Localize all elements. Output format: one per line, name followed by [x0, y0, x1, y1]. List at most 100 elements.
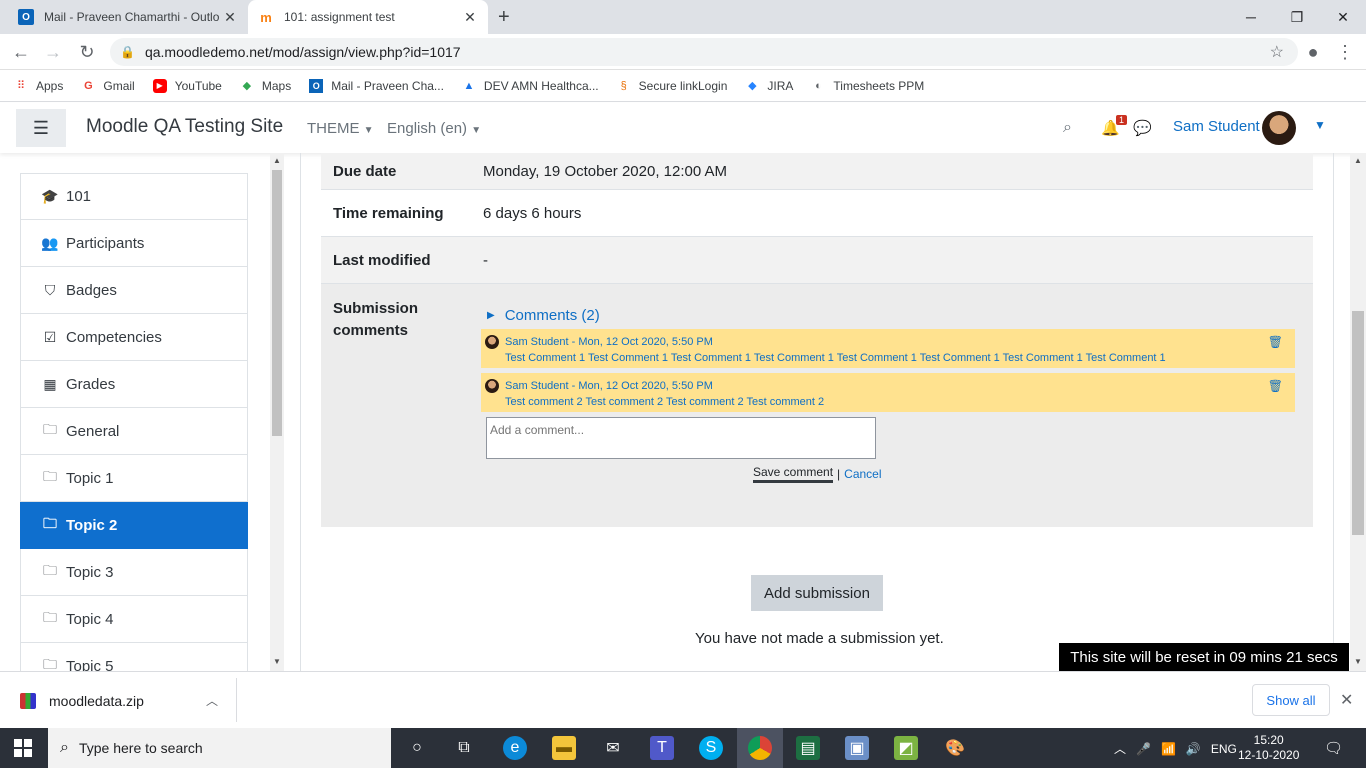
bookmark-timesheets[interactable]: ◐ Timesheets PPM	[811, 79, 924, 93]
user-menu-caret-icon[interactable]: ▼	[1314, 118, 1326, 132]
bookmark-mail[interactable]: O Mail - Praveen Cha...	[309, 78, 444, 93]
bookmark-youtube[interactable]: ▶ YouTube	[152, 78, 222, 93]
sidebar-item-badges[interactable]: ⛉ Badges	[20, 267, 248, 314]
menu-icon: ☰	[32, 117, 50, 138]
task-view-icon[interactable]: ⧉	[452, 736, 476, 760]
cancel-comment-link[interactable]: Cancel	[844, 467, 881, 481]
timesheet-icon: ◐	[815, 79, 822, 92]
bookmark-dev[interactable]: ▲ DEV AMN Healthca...	[462, 79, 598, 93]
search-icon[interactable]: ⌕	[1063, 119, 1072, 137]
window-close-icon[interactable]: ✕	[1320, 0, 1366, 34]
file-explorer-icon[interactable]: ▬	[552, 736, 576, 760]
close-icon[interactable]: ✕	[222, 9, 238, 26]
close-icon[interactable]: ✕	[462, 9, 478, 26]
sidebar-item-general[interactable]: 🗀 General	[20, 408, 248, 455]
time-remaining-value: 6 days 6 hours	[483, 204, 582, 222]
bookmark-jira[interactable]: ◆ JIRA	[745, 79, 793, 93]
scroll-down-icon[interactable]: ▼	[1354, 657, 1362, 666]
sidebar-item-participants[interactable]: 👥 Participants	[20, 220, 248, 267]
bookmark-maps[interactable]: ◆ Maps	[240, 79, 292, 93]
bookmark-apps[interactable]: ⠿ Apps	[14, 79, 63, 93]
comment-meta[interactable]: Sam Student - Mon, 12 Oct 2020, 5:50 PM	[505, 334, 1295, 350]
menu-dots-icon[interactable]: ⋮	[1330, 34, 1360, 70]
due-date-value: Monday, 19 October 2020, 12:00 AM	[483, 162, 728, 180]
scroll-down-icon[interactable]: ▼	[273, 657, 281, 666]
download-file-name[interactable]: moodledata.zip	[49, 693, 144, 709]
trash-icon[interactable]: 🗑	[1268, 378, 1283, 394]
theme-dropdown[interactable]: THEME ▼	[307, 120, 374, 137]
site-name[interactable]: Moodle QA Testing Site	[86, 116, 283, 138]
address-bar-row: ← → ↻ 🔒 qa.moodledemo.net/mod/assign/vie…	[0, 34, 1366, 70]
sidebar-item-topic-3[interactable]: 🗀 Topic 3	[20, 549, 248, 596]
sidebar-item-competencies[interactable]: ☑ Competencies	[20, 314, 248, 361]
back-icon[interactable]: ←	[6, 34, 36, 70]
windows-start-icon[interactable]	[14, 739, 32, 757]
teams-icon[interactable]: T	[650, 736, 674, 760]
comments-toggle[interactable]: ▶ Comments (2)	[487, 307, 1313, 324]
bookmark-gmail[interactable]: G Gmail	[81, 79, 135, 93]
time-remaining-label: Time remaining	[333, 204, 444, 222]
minimize-icon[interactable]: ─	[1228, 0, 1274, 34]
sidebar-item-course[interactable]: 🎓 101	[20, 173, 248, 220]
reload-icon[interactable]: ↻	[72, 34, 102, 70]
apps-icon: ⠿	[16, 80, 26, 92]
chevron-up-icon[interactable]: ︿	[206, 692, 218, 709]
comment-item: Sam Student - Mon, 12 Oct 2020, 5:50 PM …	[481, 373, 1295, 412]
comment-meta[interactable]: Sam Student - Mon, 12 Oct 2020, 5:50 PM	[505, 378, 1295, 394]
sidebar-item-topic-5[interactable]: 🗀 Topic 5	[20, 643, 248, 671]
restore-icon[interactable]: ❐	[1274, 0, 1320, 34]
sidebar-item-topic-1[interactable]: 🗀 Topic 1	[20, 455, 248, 502]
page-scrollbar-thumb[interactable]	[1352, 311, 1364, 535]
avatar[interactable]	[1262, 111, 1296, 145]
caret-down-icon: ▼	[471, 125, 482, 136]
scroll-up-icon[interactable]: ▲	[1354, 156, 1362, 165]
chrome-icon[interactable]	[748, 736, 772, 760]
browser-tab-assignment[interactable]: m 101: assignment test ✕	[248, 0, 488, 34]
bookmark-secure-link[interactable]: § Secure linkLogin	[617, 79, 728, 93]
table-row: Time remaining 6 days 6 hours	[321, 190, 1313, 237]
add-submission-button[interactable]: Add submission	[751, 575, 883, 611]
microphone-icon[interactable]: 🎤	[1136, 742, 1151, 756]
scroll-up-icon[interactable]: ▲	[273, 156, 281, 165]
forward-icon[interactable]: →	[38, 34, 68, 70]
taskbar-search-input[interactable]: ⌕ Type here to search	[48, 728, 391, 768]
url-input[interactable]: 🔒 qa.moodledemo.net/mod/assign/view.php?…	[110, 38, 1298, 66]
skype-icon[interactable]: S	[699, 736, 723, 760]
new-tab-icon[interactable]: +	[498, 6, 510, 29]
sidebar-scrollbar-thumb[interactable]	[272, 170, 282, 436]
sidebar-item-topic-2[interactable]: 🗀 Topic 2	[20, 502, 248, 549]
star-icon[interactable]: ☆	[1270, 42, 1284, 62]
sidebar-item-topic-4[interactable]: 🗀 Topic 4	[20, 596, 248, 643]
comment-textarea[interactable]: Add a comment...	[486, 417, 876, 459]
language-dropdown[interactable]: English (en) ▼	[387, 120, 481, 137]
cortana-icon[interactable]: ○	[405, 736, 429, 760]
comment-item: Sam Student - Mon, 12 Oct 2020, 5:50 PM …	[481, 329, 1295, 368]
trash-icon[interactable]: 🗑	[1268, 334, 1283, 350]
browser-tab-outlook[interactable]: O Mail - Praveen Chamarthi - Outlo ✕	[8, 0, 248, 34]
action-center-icon[interactable]: 🗨	[1324, 739, 1343, 757]
profile-icon[interactable]: ●	[1298, 34, 1328, 70]
volume-icon[interactable]: 🔊	[1186, 742, 1201, 756]
app-icon[interactable]: ◩	[894, 736, 918, 760]
sidebar-item-grades[interactable]: ▦ Grades	[20, 361, 248, 408]
lock-icon: 🔒	[120, 45, 135, 59]
save-comment-link[interactable]: Save comment	[753, 465, 834, 483]
outlook-icon: O	[18, 9, 34, 25]
mail-icon[interactable]: ✉	[601, 736, 625, 760]
avatar	[485, 379, 499, 393]
folder-icon: 🗀	[43, 468, 57, 484]
paint-icon[interactable]: 🎨	[943, 736, 967, 760]
wifi-icon[interactable]: 📶	[1161, 742, 1176, 756]
app-icon[interactable]: ▣	[845, 736, 869, 760]
close-icon[interactable]: ✕	[1340, 690, 1353, 710]
hamburger-menu-button[interactable]: ☰	[16, 109, 66, 147]
taskbar-clock[interactable]: 15:20 12-10-2020	[1238, 733, 1299, 763]
messages-icon[interactable]: 💬	[1133, 119, 1152, 137]
show-all-button[interactable]: Show all	[1252, 684, 1330, 716]
language-indicator[interactable]: ENG	[1211, 742, 1237, 756]
excel-icon[interactable]: ▤	[796, 736, 820, 760]
user-menu-name[interactable]: Sam Student	[1173, 118, 1260, 135]
jira-icon: ◆	[748, 80, 757, 92]
chevron-up-icon[interactable]: ︿	[1114, 740, 1126, 757]
edge-icon[interactable]: e	[503, 736, 527, 760]
